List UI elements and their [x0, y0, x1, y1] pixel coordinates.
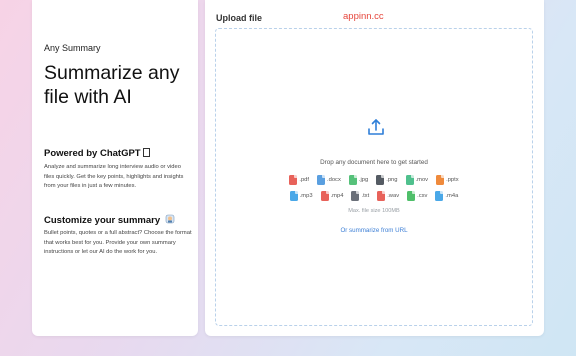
wav-file-icon	[377, 191, 386, 201]
png-file-icon	[376, 175, 385, 185]
placeholder-glyph-icon	[142, 148, 150, 157]
powered-by-description: Analyze and summarize long interview aud…	[44, 164, 184, 190]
file-type-label: .m4a	[445, 193, 459, 199]
file-type-docx: .docx	[317, 175, 341, 185]
file-type-mp4: .mp4	[320, 191, 344, 201]
eyebrow-text: Any Summary	[44, 43, 101, 53]
file-type-label: .png	[386, 177, 398, 183]
mp4-file-icon	[320, 191, 329, 201]
page-title: Summarize any file with AI	[44, 62, 180, 108]
file-type-label: .pdf	[299, 177, 309, 183]
docx-file-icon	[317, 175, 325, 185]
mp3-file-icon	[289, 191, 298, 201]
file-type-label: .mov	[415, 177, 429, 183]
jpg-file-icon	[348, 175, 357, 185]
file-type-wav: .wav	[377, 191, 399, 201]
customize-description: Bullet points, quotes or a full abstract…	[44, 230, 192, 256]
max-file-size-note: Max. file size 100MB	[348, 208, 400, 214]
upload-file-label: Upload file	[216, 13, 263, 23]
pptx-file-icon	[436, 175, 445, 185]
file-type-mov: .mov	[405, 175, 429, 185]
txt-file-icon	[351, 191, 360, 201]
file-type-label: .csv	[417, 193, 428, 199]
drop-instruction: Drop any document here to get started	[320, 159, 428, 166]
file-type-mp3: .mp3	[289, 191, 313, 201]
file-type-label: .mp4	[330, 193, 344, 199]
file-type-label: .mp3	[299, 193, 313, 199]
upload-panel: Upload file appinn.cc Drop any document …	[205, 0, 544, 336]
file-type-csv: .csv	[407, 191, 427, 201]
upload-icon	[368, 119, 384, 135]
powered-by-label: Powered by ChatGPT	[44, 148, 141, 159]
pdf-file-icon	[289, 175, 298, 185]
mov-file-icon	[405, 175, 414, 185]
file-dropzone[interactable]: Drop any document here to get started .p…	[215, 28, 533, 326]
file-type-jpg: .jpg	[348, 175, 369, 185]
file-type-png: .png	[376, 175, 398, 185]
customize-emoji-icon	[165, 214, 175, 224]
file-type-label: .jpg	[358, 177, 369, 183]
watermark-text: appinn.cc	[343, 11, 384, 22]
file-type-label: .pptx	[446, 177, 459, 183]
file-type-label: .txt	[361, 193, 370, 199]
file-type-m4a: .m4a	[435, 191, 458, 201]
summarize-from-url-link[interactable]: Or summarize from URL	[216, 227, 532, 234]
file-type-pptx: .pptx	[436, 175, 459, 185]
file-type-pdf: .pdf	[289, 175, 309, 185]
file-type-txt: .txt	[351, 191, 369, 201]
file-types-row-1: .pdf .docx .jpg .png .mov .pptx	[216, 175, 532, 185]
file-type-label: .docx	[327, 177, 341, 183]
m4a-file-icon	[435, 191, 444, 201]
file-type-label: .wav	[387, 193, 400, 199]
file-types-row-2: .mp3 .mp4 .txt .wav .csv .m4a	[216, 191, 532, 201]
intro-panel: Any Summary Summarize any file with AI P…	[32, 0, 198, 336]
customize-label: Customize your summary	[44, 215, 161, 226]
csv-file-icon	[407, 191, 416, 201]
powered-by-title: Powered by ChatGPT	[44, 148, 150, 159]
customize-title: Customize your summary	[44, 214, 175, 226]
